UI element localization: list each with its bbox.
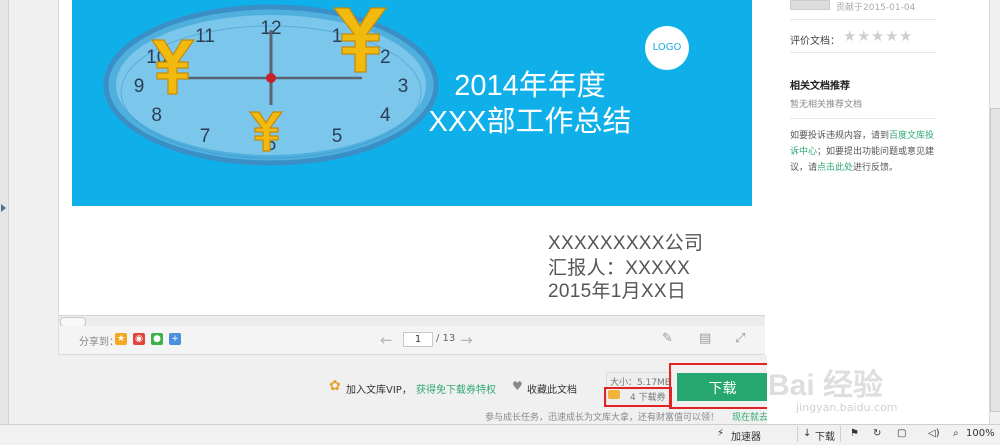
- accelerator-icon[interactable]: ⚡: [717, 428, 724, 439]
- refresh-icon[interactable]: ↻: [873, 428, 881, 439]
- rate-label: 评价文档：: [790, 36, 840, 47]
- divider: [790, 52, 936, 53]
- vip-text: 加入文库VIP，: [346, 385, 412, 396]
- left-panel-toggle[interactable]: [0, 0, 9, 424]
- feedback-link[interactable]: 点击此处: [817, 163, 853, 173]
- star-icon[interactable]: ★: [843, 27, 856, 45]
- report-line-1: 如要投诉违规内容，请到百度文库投: [790, 131, 935, 141]
- clock-numeral: 3: [398, 76, 409, 97]
- download-label[interactable]: 下载: [815, 428, 835, 443]
- clock-numeral: 5: [332, 126, 343, 147]
- report-link[interactable]: 百度文库投: [889, 131, 934, 141]
- clock-numeral: 11: [195, 26, 215, 47]
- clock-numeral: 9: [134, 76, 145, 97]
- divider: [790, 118, 936, 119]
- avatar[interactable]: [790, 0, 830, 10]
- report-line-3: 议，请点击此处进行反馈。: [790, 163, 899, 173]
- expand-arrow-icon: [1, 204, 6, 212]
- qzone-icon[interactable]: ★: [115, 333, 127, 345]
- task-promo-text: 参与成长任务，迅速成长为文库大拿，还有财富值可以领！: [485, 413, 720, 423]
- clock-numeral: 2: [380, 47, 391, 68]
- wechat-icon[interactable]: ●: [151, 333, 163, 345]
- edit-pencil-icon[interactable]: ✎: [662, 331, 673, 346]
- heart-icon[interactable]: ♥: [512, 379, 523, 393]
- favorite-link[interactable]: 收藏此文档: [527, 381, 577, 396]
- vip-link[interactable]: 获得免下载券特权: [416, 381, 496, 396]
- zoom-icon[interactable]: ⌕: [953, 428, 959, 439]
- page-total: / 13: [436, 333, 456, 344]
- star-icon[interactable]: ★: [871, 27, 884, 45]
- document-icon[interactable]: ▤: [699, 331, 711, 346]
- star-icon[interactable]: ★: [899, 27, 912, 45]
- prev-page-arrow-icon[interactable]: ←: [380, 331, 393, 349]
- download-button[interactable]: 下载: [677, 373, 768, 401]
- more-share-icon[interactable]: +: [169, 333, 181, 345]
- clock-numeral: 1: [332, 26, 343, 47]
- weibo-icon[interactable]: ◉: [133, 333, 145, 345]
- recommend-title: 相关文档推荐: [790, 81, 850, 92]
- coupon-icon: [608, 390, 620, 399]
- report-date: 2015年1月XX日: [548, 281, 687, 302]
- star-icon[interactable]: ★: [857, 27, 870, 45]
- vertical-scroll-thumb[interactable]: [990, 108, 1000, 412]
- accelerator-label[interactable]: 加速器: [731, 428, 761, 443]
- fullscreen-icon[interactable]: ⤢: [735, 331, 745, 346]
- star-icon[interactable]: ★: [885, 27, 898, 45]
- company-name: XXXXXXXXX公司: [548, 233, 704, 254]
- divider: [790, 19, 936, 20]
- coupon-cost: 4 下载券: [630, 393, 666, 403]
- logo-badge: LOGO: [645, 26, 689, 70]
- divider: [840, 426, 841, 442]
- page-icon[interactable]: ▢: [897, 428, 906, 439]
- divider: [797, 426, 798, 442]
- upload-date: 贡献于2015-01-04: [836, 3, 916, 13]
- next-page-arrow-icon[interactable]: →: [460, 331, 473, 349]
- page-number-input[interactable]: 1: [403, 332, 433, 347]
- download-icon[interactable]: ↓: [803, 428, 811, 439]
- vip-medal-icon: ✿: [329, 378, 341, 394]
- recommend-empty: 暂无相关推荐文档: [790, 100, 863, 110]
- baidu-watermark: Bai 经验: [768, 369, 884, 402]
- speaker-icon[interactable]: ◁): [928, 428, 940, 439]
- share-label: 分享到：: [79, 337, 119, 348]
- report-line-2: 诉中心；如要提出功能问题或意见建: [790, 147, 935, 157]
- clock-numeral: 7: [200, 126, 211, 147]
- watermark-url: jingyan.baidu.com: [796, 401, 898, 414]
- clock-numeral: 8: [151, 105, 162, 126]
- slide-title-summary: XXX部工作总结: [428, 106, 632, 138]
- report-link[interactable]: 诉中心: [790, 147, 817, 157]
- zoom-level[interactable]: 100%: [966, 428, 995, 439]
- flag-icon[interactable]: ⚑: [850, 428, 859, 439]
